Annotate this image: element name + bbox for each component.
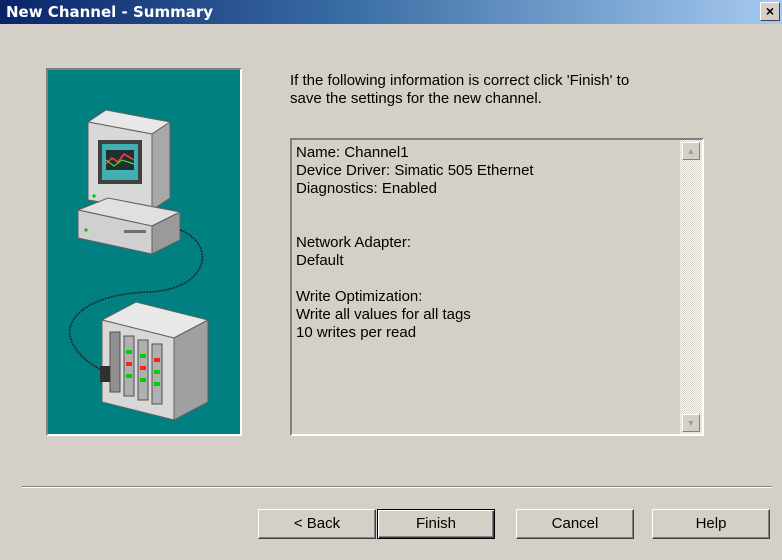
scroll-down-icon: ▼: [686, 418, 696, 428]
scroll-up-button[interactable]: ▲: [682, 142, 700, 160]
close-icon: ×: [765, 3, 775, 19]
scroll-up-icon: ▲: [686, 146, 696, 156]
plc-rack-icon: [100, 301, 210, 421]
close-button[interactable]: ×: [760, 2, 780, 21]
new-channel-summary-dialog: New Channel - Summary × If the following…: [0, 0, 782, 560]
finish-button[interactable]: Finish: [377, 509, 495, 539]
summary-content: Name: Channel1 Device Driver: Simatic 50…: [296, 144, 534, 341]
computer-connected-to-plc-icon: [69, 109, 210, 421]
instruction-text: If the following information is correct …: [290, 72, 630, 107]
summary-textbox[interactable]: Name: Channel1 Device Driver: Simatic 50…: [290, 138, 704, 436]
scroll-down-button[interactable]: ▼: [682, 414, 700, 432]
cancel-button[interactable]: Cancel: [516, 509, 634, 539]
summary-scrollbar[interactable]: ▲ ▼: [680, 140, 702, 434]
help-button[interactable]: Help: [652, 509, 770, 539]
button-separator: [22, 486, 772, 488]
window-title: New Channel - Summary: [6, 3, 213, 21]
title-bar[interactable]: New Channel - Summary ×: [0, 0, 782, 24]
computer-icon: [76, 109, 182, 255]
wizard-illustration-frame: [46, 68, 242, 436]
back-button[interactable]: < Back: [258, 509, 376, 539]
wizard-illustration: [48, 70, 240, 434]
